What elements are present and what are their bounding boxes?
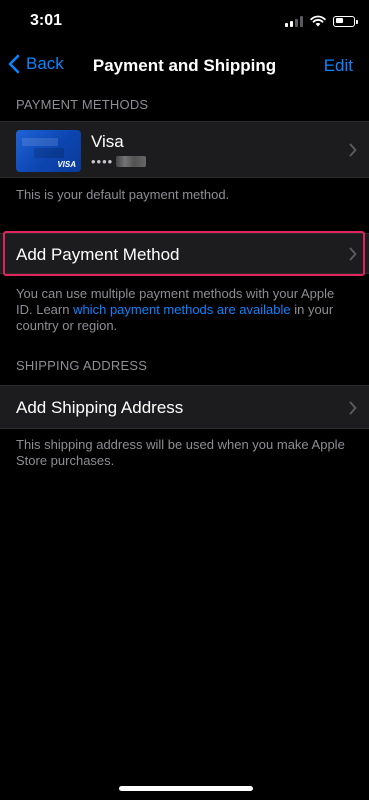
add-shipping-address-label: Add Shipping Address xyxy=(16,398,184,417)
wifi-icon xyxy=(310,15,326,27)
status-time: 3:01 xyxy=(30,12,63,29)
payment-methods-available-link[interactable]: which payment methods are available xyxy=(73,302,291,317)
page-title: Payment and Shipping xyxy=(92,56,277,75)
add-payment-method-row[interactable]: Add Payment Method xyxy=(0,233,369,274)
navigation-bar: Back Payment and Shipping Edit xyxy=(0,44,369,88)
edit-button[interactable]: Edit xyxy=(324,56,353,76)
card-number-redacted xyxy=(116,156,146,167)
card-brand-logo: VISA xyxy=(57,160,76,169)
default-payment-note: This is your default payment method. xyxy=(16,187,230,202)
chevron-right-icon xyxy=(349,247,357,261)
chevron-right-icon xyxy=(349,143,357,157)
add-payment-footer: You can use multiple payment methods wit… xyxy=(16,286,353,334)
card-name: Visa xyxy=(91,132,124,151)
shipping-address-footer: This shipping address will be used when … xyxy=(16,437,345,468)
cellular-signal-icon xyxy=(285,15,303,27)
battery-icon xyxy=(333,15,358,27)
status-bar: 3:01 xyxy=(0,0,369,44)
status-icons xyxy=(285,15,358,27)
shipping-address-header: SHIPPING ADDRESS xyxy=(16,358,148,373)
chevron-right-icon xyxy=(349,401,357,415)
visa-card-row[interactable]: VISA Visa •••• xyxy=(0,121,369,178)
add-payment-method-label: Add Payment Method xyxy=(16,245,180,264)
card-thumbnail: VISA xyxy=(16,130,81,172)
payment-methods-header: PAYMENT METHODS xyxy=(16,97,149,112)
add-shipping-address-row[interactable]: Add Shipping Address xyxy=(0,385,369,429)
card-masked-number: •••• xyxy=(91,154,114,169)
home-indicator[interactable] xyxy=(119,786,253,791)
